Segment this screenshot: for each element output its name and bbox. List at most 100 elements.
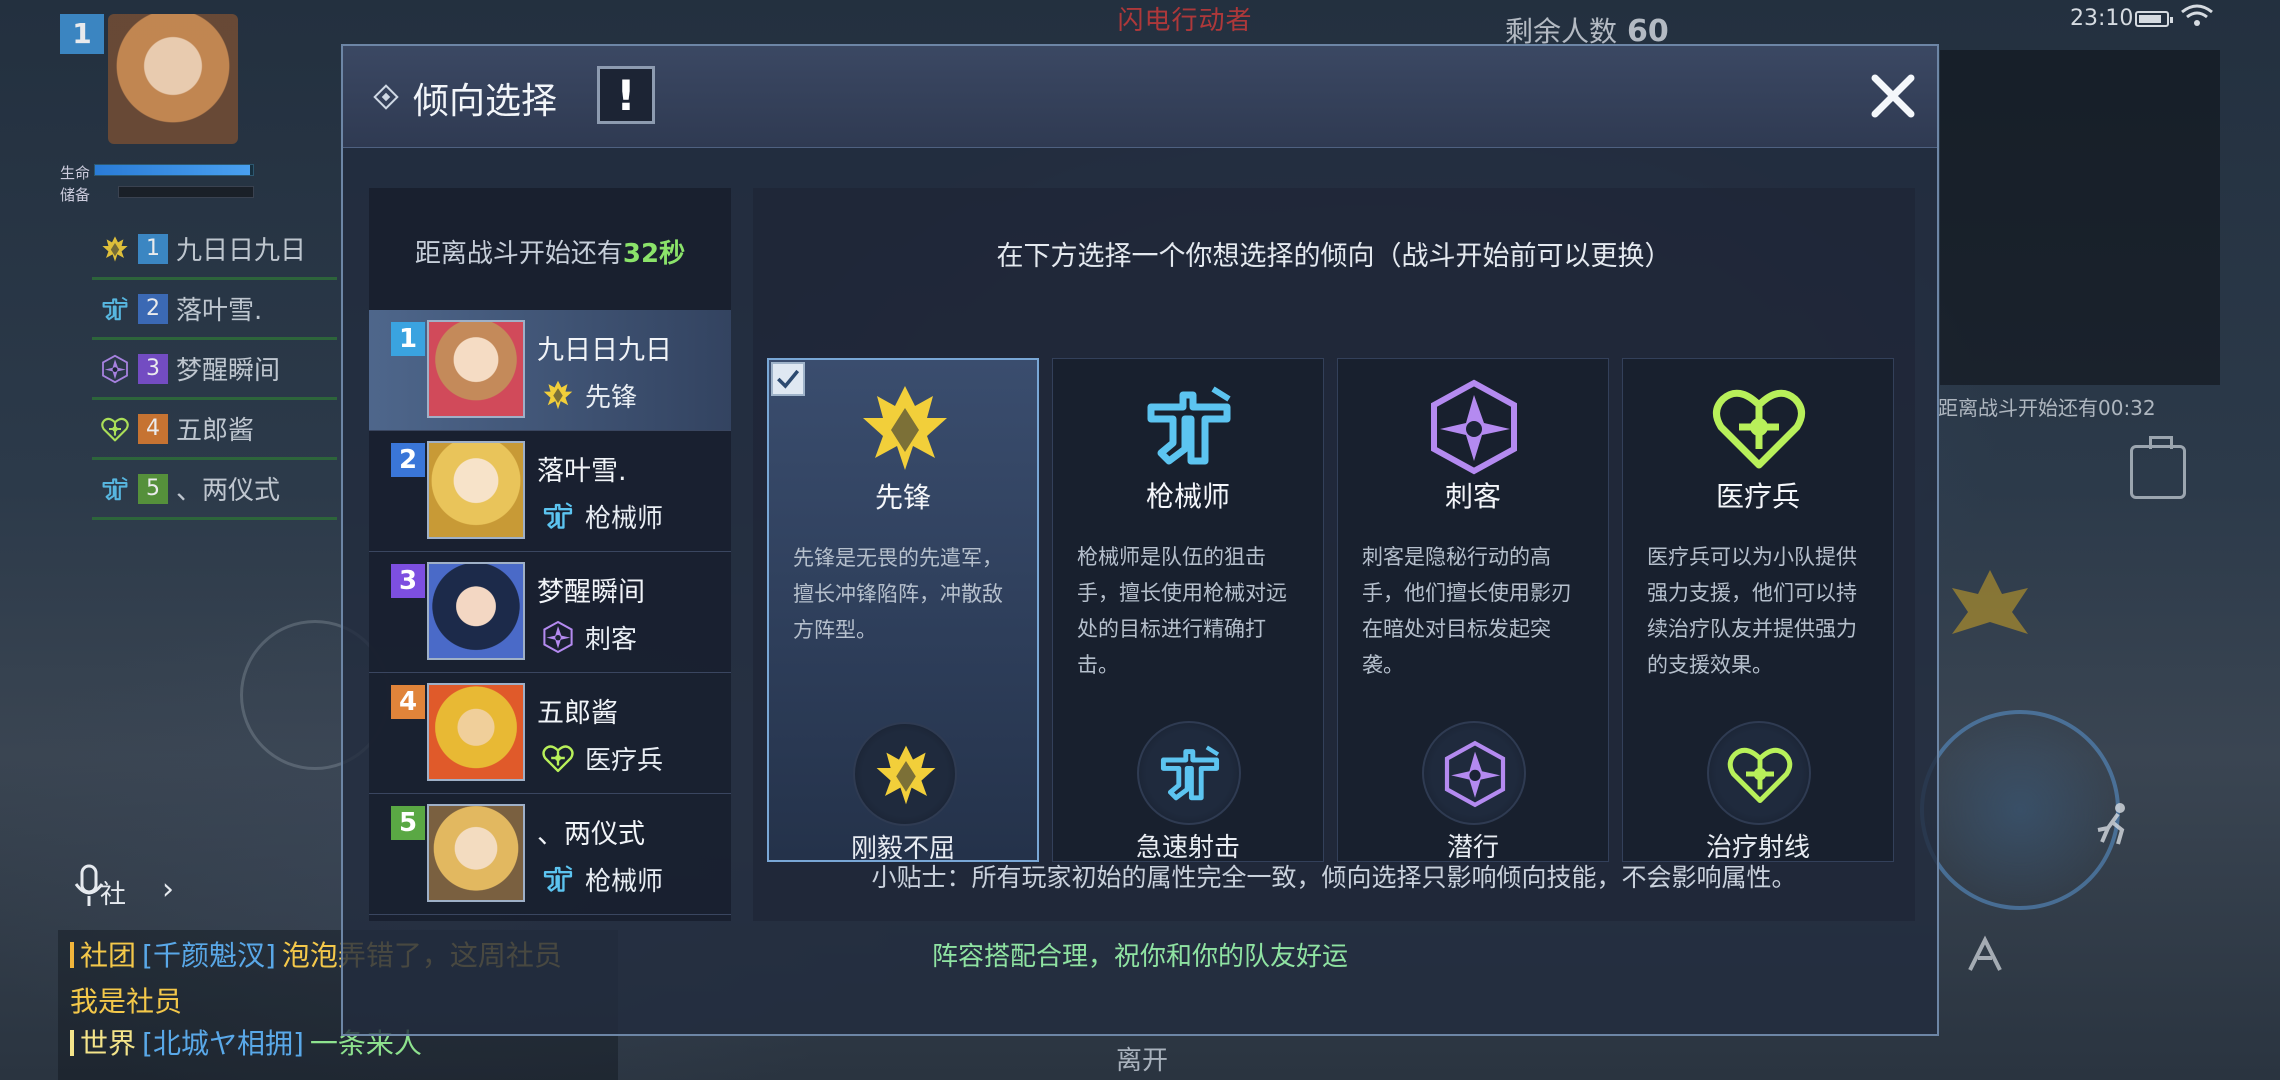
member-role: 枪械师 — [585, 504, 664, 534]
vanguard-icon — [541, 378, 575, 412]
member-avatar — [427, 441, 525, 539]
battle-countdown: 距离战斗开始还有32秒 — [369, 233, 731, 270]
gunsmith-icon — [100, 474, 130, 504]
member-role: 医疗兵 — [585, 746, 664, 776]
chat-channel: 世界 — [80, 1027, 137, 1060]
hud-team-name: 落叶雪. — [176, 296, 263, 326]
tendency-description: 先锋是无畏的先遣军，擅长冲锋陷阵，冲散敌方阵型。 — [793, 546, 1003, 642]
team-member-row[interactable]: 2 落叶雪. 枪械师 — [369, 431, 731, 552]
gunsmith-icon — [541, 499, 575, 533]
hp-bar — [94, 164, 254, 176]
member-role: 刺客 — [585, 625, 638, 655]
hud-team-number: 4 — [138, 413, 168, 444]
chat-message: 我是社员 — [70, 985, 183, 1018]
gunsmith-icon — [541, 862, 575, 896]
close-icon[interactable] — [1865, 68, 1921, 124]
team-panel: 距离战斗开始还有32秒 1 九日日九日 先锋 2 落叶雪. 枪械师 3 梦醒瞬间 刺客 4 五郎酱医… — [369, 188, 731, 921]
team-member-row[interactable]: 4 五郎酱 医疗兵 — [369, 673, 731, 794]
member-name: 落叶雪. — [537, 456, 627, 487]
sprint-icon[interactable] — [2090, 800, 2140, 850]
member-avatar — [427, 683, 525, 781]
backpack-icon[interactable] — [2130, 436, 2186, 499]
instruction-text: 在下方选择一个你想选择的倾向（战斗开始前可以更换） — [996, 241, 1672, 272]
player-level-badge: 1 — [60, 14, 104, 54]
modal-header: 倾向选择 ! — [343, 46, 1937, 148]
hud-team-number: 5 — [138, 473, 168, 504]
member-role: 枪械师 — [585, 867, 664, 897]
hud-team-name: 五郎酱 — [176, 416, 255, 446]
member-number: 2 — [391, 443, 425, 477]
team-member-row[interactable]: 3 梦醒瞬间 刺客 — [369, 552, 731, 673]
hud-team-row[interactable]: 3 梦醒瞬间 — [92, 340, 337, 400]
hud-team-row[interactable]: 2 落叶雪. — [92, 280, 337, 340]
chat-channel: 社团 — [80, 939, 137, 972]
wifi-icon — [2181, 4, 2213, 26]
tendency-card[interactable]: 医疗兵 医疗兵可以为小队提供强力支援，他们可以持续治疗队友并提供强力的支援效果。治… — [1622, 358, 1894, 863]
skill-gunsmith-icon[interactable] — [1137, 721, 1241, 825]
tip-text: 小贴士：所有玩家初始的属性完全一致，倾向选择只影响倾向技能，不会影响属性。 — [871, 863, 1797, 892]
diamond-icon — [373, 84, 399, 110]
assassin-icon — [1424, 377, 1524, 477]
tendency-name: 先锋 — [874, 481, 931, 514]
hud-team-name: 九日日九日 — [176, 236, 307, 266]
hud-team-row[interactable]: 4 五郎酱 — [92, 400, 337, 460]
team-member-row[interactable]: 5 、两仪式枪械师 — [369, 794, 731, 915]
minimap[interactable] — [1940, 50, 2220, 385]
member-name: 梦醒瞬间 — [537, 577, 645, 608]
assassin-icon — [100, 354, 130, 384]
chat-user[interactable]: [千颜魁汊] — [142, 939, 276, 972]
battery-icon — [2135, 11, 2173, 27]
countdown-prefix: 距离战斗开始还有 — [414, 239, 623, 269]
info-button[interactable]: ! — [597, 66, 655, 124]
medic-icon — [541, 741, 575, 775]
gunsmith-icon — [100, 294, 130, 324]
countdown-seconds: 32秒 — [622, 239, 686, 269]
hud-team-row[interactable]: 5 、两仪式 — [92, 460, 337, 520]
hud-team-list: 1 九日日九日 2 落叶雪. 3 梦醒瞬间 4 五郎酱 5 、两仪式 — [92, 220, 337, 520]
member-role: 先锋 — [585, 383, 638, 413]
tendency-card[interactable]: 枪械师 枪械师是队伍的狙击手，擅长使用枪械对远处的目标进行精确打击。 急速射击 — [1052, 358, 1324, 863]
hp-label: 生命 — [60, 164, 91, 182]
leave-button[interactable]: 离开 — [1092, 1040, 1192, 1077]
minimap-countdown: 距离战斗开始还有00:32 — [1938, 396, 2156, 420]
member-name: 、两仪式 — [537, 819, 645, 850]
event-title: 闪电行动者 — [1117, 6, 1253, 36]
chat-channel-toggle[interactable]: 社 — [100, 874, 126, 911]
member-number: 4 — [391, 685, 425, 719]
player-card[interactable]: 1 生命 储备 — [60, 14, 300, 204]
chat-user[interactable]: [北城ヤ相拥] — [142, 1027, 304, 1060]
gunsmith-icon — [1139, 377, 1239, 477]
medic-icon — [1709, 377, 1809, 477]
store-bar — [118, 186, 254, 198]
store-label: 储备 — [60, 186, 91, 204]
tendency-name: 枪械师 — [1145, 480, 1230, 513]
tendency-description: 刺客是隐秘行动的高手，他们擅长使用影刃在暗处对目标发起突袭。 — [1362, 545, 1572, 677]
hud-team-number: 1 — [138, 233, 168, 264]
hud-team-name: 、两仪式 — [176, 476, 281, 506]
tendency-card[interactable]: 先锋 先锋是无畏的先遣军，擅长冲锋陷阵，冲散敌方阵型。 刚毅不屈 — [767, 358, 1039, 864]
tendency-card[interactable]: 刺客 刺客是隐秘行动的高手，他们擅长使用影刃在暗处对目标发起突袭。 潜行 — [1337, 358, 1609, 863]
chevron-right-icon[interactable]: › — [162, 872, 174, 907]
member-avatar — [427, 320, 525, 418]
skill-vanguard-icon[interactable] — [853, 722, 957, 826]
tendency-description: 枪械师是队伍的狙击手，擅长使用枪械对远处的目标进行精确打击。 — [1077, 545, 1287, 677]
skill-assassin-icon[interactable] — [1422, 721, 1526, 825]
tendency-description: 医疗兵可以为小队提供强力支援，他们可以持续治疗队友并提供强力的支援效果。 — [1647, 545, 1857, 677]
vanguard-icon — [855, 378, 955, 478]
tendency-name: 刺客 — [1444, 480, 1501, 513]
member-number: 5 — [391, 806, 425, 840]
player-avatar[interactable] — [108, 14, 238, 144]
tendency-name: 医疗兵 — [1715, 480, 1800, 513]
member-number: 1 — [391, 322, 425, 356]
member-name: 九日日九日 — [537, 335, 672, 366]
checkbox-checked-icon[interactable] — [771, 362, 805, 396]
dodge-icon[interactable] — [1960, 930, 2010, 980]
skill-medic-icon[interactable] — [1707, 721, 1811, 825]
member-avatar — [427, 804, 525, 902]
hud-team-row[interactable]: 1 九日日九日 — [92, 220, 337, 280]
vanguard-icon — [100, 234, 130, 264]
hud-team-number: 3 — [138, 353, 168, 384]
team-member-row[interactable]: 1 九日日九日先锋 — [369, 310, 731, 431]
hud-team-name: 梦醒瞬间 — [176, 356, 281, 386]
skill-button-icon[interactable] — [1940, 560, 2040, 660]
